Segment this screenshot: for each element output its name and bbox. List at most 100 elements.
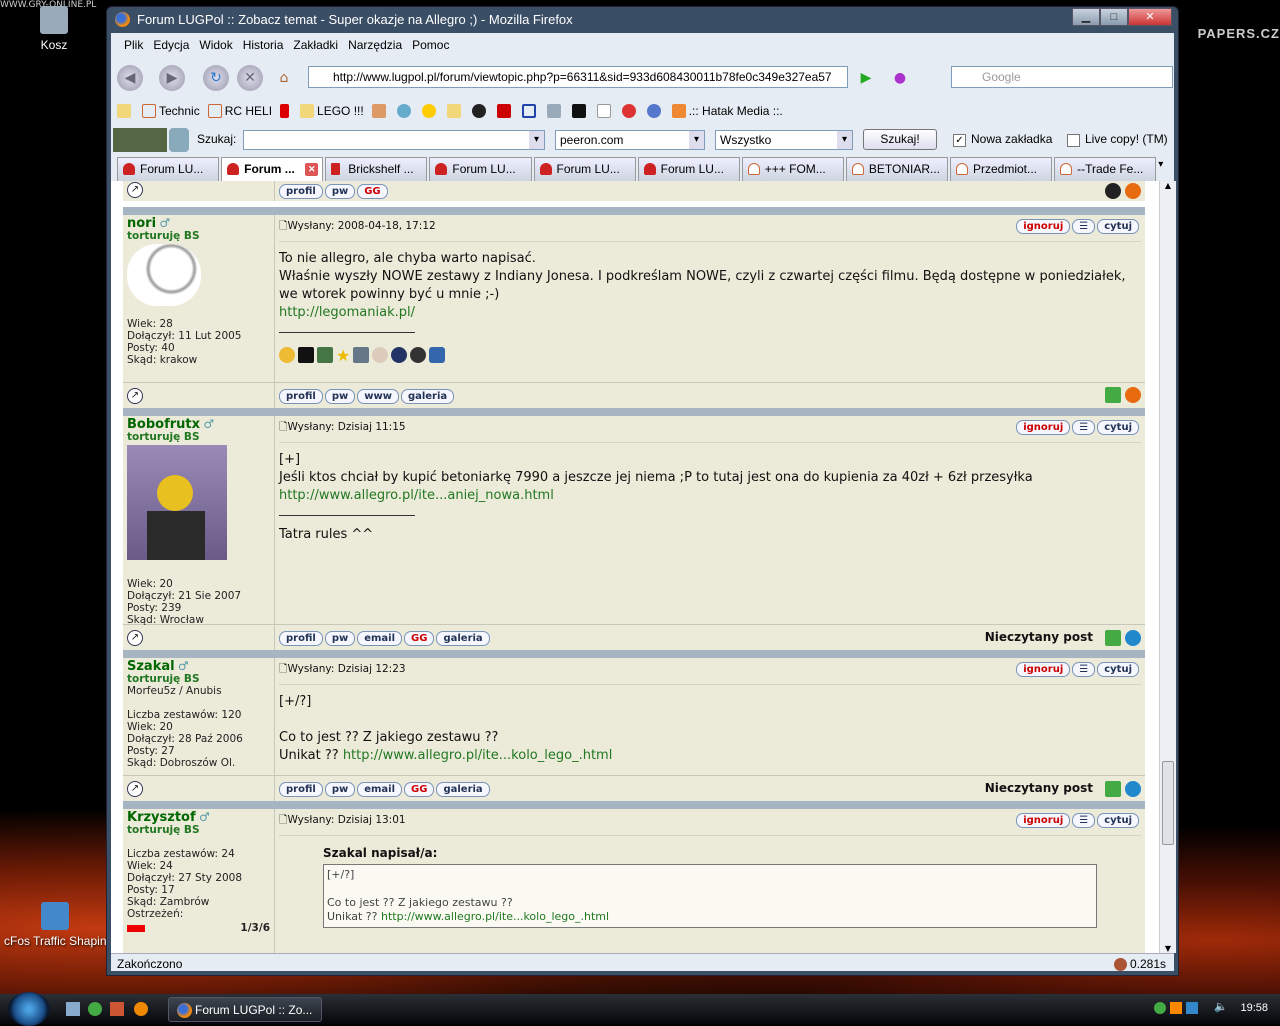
bookmark-icon[interactable] — [446, 104, 464, 119]
gg-button[interactable]: GG — [357, 184, 388, 199]
vertical-scrollbar[interactable]: ▲ ▼ — [1159, 181, 1176, 953]
tray-network-icon[interactable] — [1186, 1002, 1198, 1014]
post-link[interactable]: http://www.allegro.pl/ite...aniej_nowa.h… — [279, 488, 554, 503]
author-name[interactable]: Bobofrutx — [127, 417, 200, 432]
bookmark-icon[interactable] — [621, 104, 639, 119]
tab[interactable]: Przedmiot... — [950, 157, 1053, 181]
ignore-button[interactable]: ignoruj — [1016, 813, 1071, 828]
go-top-icon[interactable]: ↗ — [127, 781, 143, 797]
go-button[interactable]: ▶ — [853, 65, 879, 91]
start-button[interactable] — [8, 992, 50, 1026]
tab[interactable]: +++ FOM... — [741, 157, 844, 181]
scope-select[interactable]: Wszystko — [715, 130, 853, 150]
tab[interactable]: Forum LU... — [117, 157, 220, 181]
recycle-bin-icon[interactable]: Kosz — [40, 6, 68, 52]
gallery-button[interactable]: galeria — [436, 781, 490, 797]
bookmark-lego[interactable]: LEGO !!! — [300, 104, 364, 119]
url-input[interactable]: http://www.lugpol.pl/forum/viewtopic.php… — [308, 66, 848, 88]
bookmark-icon[interactable] — [471, 104, 489, 119]
ignore-button[interactable]: ignoruj — [1016, 219, 1071, 234]
pm-button[interactable]: pw — [324, 630, 356, 646]
email-button[interactable]: email — [357, 630, 403, 646]
quote-button[interactable]: cytuj — [1097, 662, 1139, 677]
quick-quote-button[interactable]: ☰ — [1072, 662, 1096, 677]
pm-button[interactable]: pw — [324, 781, 356, 797]
bookmark-hatak-media[interactable]: .:: Hatak Media ::. — [671, 104, 783, 119]
bookmark-technic[interactable]: Technic — [142, 104, 200, 119]
site-select[interactable]: peeron.com — [555, 130, 705, 150]
maximize-button[interactable]: □ — [1100, 8, 1128, 26]
profile-button[interactable]: profil — [279, 184, 323, 199]
bookmark-folder-icon[interactable] — [117, 104, 134, 119]
show-desktop-icon[interactable] — [66, 1002, 80, 1016]
ignore-button[interactable]: ignoruj — [1016, 662, 1071, 677]
scroll-down-arrow[interactable]: ▼ — [1160, 944, 1176, 953]
menu-historia[interactable]: Historia — [238, 35, 289, 57]
bookmark-icon[interactable] — [421, 104, 439, 119]
gg-button[interactable]: GG — [404, 781, 435, 797]
bookmark-rc-heli[interactable]: RC HELI — [207, 104, 272, 119]
tray-icon[interactable] — [1170, 1002, 1182, 1014]
author-name[interactable]: nori — [127, 216, 156, 231]
scrollbar-thumb[interactable] — [1162, 761, 1174, 845]
scroll-up-arrow[interactable]: ▲ — [1160, 181, 1176, 190]
minimize-button[interactable]: ▁ — [1072, 8, 1100, 26]
go-top-icon[interactable]: ↗ — [127, 182, 143, 198]
gg-button[interactable]: GG — [404, 630, 435, 646]
tab-list-button[interactable]: ▾ — [1158, 159, 1174, 181]
quote-button[interactable]: cytuj — [1097, 219, 1139, 234]
quote-link[interactable]: http://www.allegro.pl/ite...kolo_lego_.h… — [381, 910, 609, 923]
search-query-input[interactable] — [243, 130, 545, 150]
volume-icon[interactable]: 🔈 — [1214, 1000, 1228, 1013]
ignore-button[interactable]: ignoruj — [1016, 420, 1071, 435]
extension-icon[interactable]: ● — [887, 65, 913, 91]
utorrent-icon[interactable] — [88, 1002, 102, 1016]
menu-edycja[interactable]: Edycja — [148, 35, 194, 57]
menu-narzedzia[interactable]: Narzędzia — [343, 35, 407, 57]
firefox-quicklaunch-icon[interactable] — [134, 1002, 148, 1016]
quick-quote-button[interactable]: ☰ — [1072, 420, 1096, 435]
tab[interactable]: Forum LU... — [533, 157, 636, 181]
tab[interactable]: --Trade Fe... — [1054, 157, 1157, 181]
quick-quote-button[interactable]: ☰ — [1072, 219, 1096, 234]
live-copy-checkbox[interactable] — [1067, 134, 1080, 147]
new-tab-checkbox[interactable]: ✓ — [953, 134, 966, 147]
go-top-icon[interactable]: ↗ — [127, 630, 143, 646]
profile-button[interactable]: profil — [279, 630, 323, 646]
bookmark-icon[interactable] — [596, 104, 614, 119]
bookmark-icon[interactable] — [646, 104, 664, 119]
pm-button[interactable]: pw — [324, 184, 356, 199]
tab[interactable]: Forum LU... — [429, 157, 532, 181]
youtube-bookmark-icon[interactable] — [496, 104, 514, 119]
menu-widok[interactable]: Widok — [194, 35, 237, 57]
post-link[interactable]: http://www.allegro.pl/ite...kolo_lego_.h… — [343, 748, 613, 763]
back-button[interactable]: ◀ — [117, 65, 143, 91]
tab[interactable]: Forum LU... — [637, 157, 740, 181]
forward-button[interactable]: ▶ — [159, 65, 185, 91]
menu-zakladki[interactable]: Zakładki — [288, 35, 343, 57]
author-name[interactable]: Szakal — [127, 659, 175, 674]
www-button[interactable]: www — [357, 388, 399, 404]
taskbar-firefox-task[interactable]: Forum LUGPol :: Zo... — [168, 997, 322, 1022]
google-search-input[interactable]: Google — [951, 66, 1173, 88]
menu-pomoc[interactable]: Pomoc — [407, 35, 454, 57]
go-top-icon[interactable]: ↗ — [127, 388, 143, 404]
bookmark-icon[interactable] — [396, 104, 414, 119]
tab-active[interactable]: Forum ... ✕ — [221, 157, 324, 181]
quick-quote-button[interactable]: ☰ — [1072, 813, 1096, 828]
bookmark-icon[interactable] — [521, 104, 539, 119]
search-submit-button[interactable]: Szukaj! — [863, 129, 937, 150]
quote-button[interactable]: cytuj — [1097, 813, 1139, 828]
title-bar[interactable]: Forum LUGPol :: Zobacz temat - Super oka… — [107, 7, 1178, 33]
cfos-shortcut-icon[interactable]: cFos Traffic Shapin — [4, 902, 107, 948]
close-button[interactable]: ✕ — [1128, 8, 1172, 26]
author-name[interactable]: Krzysztof — [127, 810, 196, 825]
email-button[interactable]: email — [357, 781, 403, 797]
clock[interactable]: 19:58 — [1240, 1002, 1268, 1014]
tab[interactable]: BETONIAR... — [845, 157, 948, 181]
gallery-button[interactable]: galeria — [400, 388, 455, 404]
home-button[interactable]: ⌂ — [271, 65, 297, 91]
reload-button[interactable]: ↻ — [203, 65, 229, 91]
profile-button[interactable]: profil — [279, 781, 323, 797]
bookmark-brickshelf[interactable] — [280, 104, 292, 119]
